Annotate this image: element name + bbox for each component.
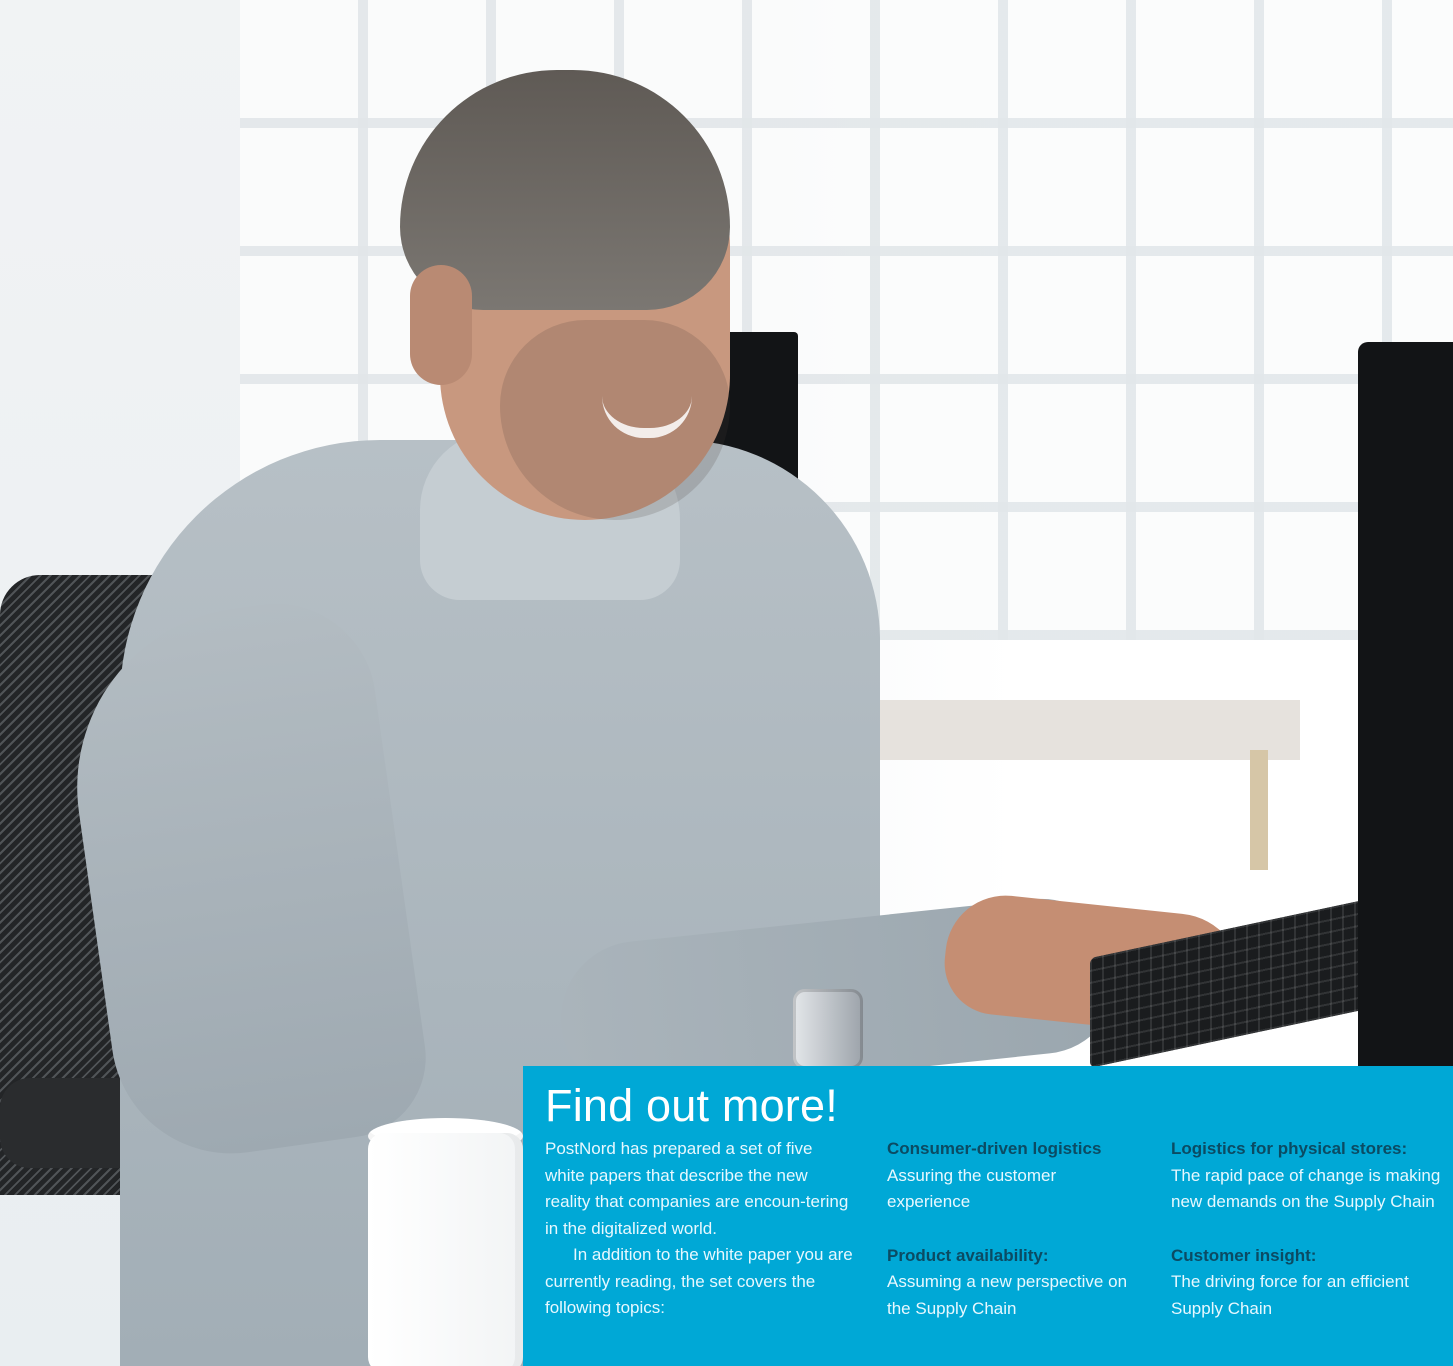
topic-heading: Logistics for physical stores:	[1171, 1139, 1408, 1158]
panel-title: Find out more!	[545, 1080, 838, 1131]
intro-paragraph: In addition to the white paper you are c…	[545, 1245, 853, 1317]
topic-item: Consumer-driven logistics Assuring the c…	[887, 1136, 1142, 1216]
intro-column: PostNord has prepared a set of five whit…	[545, 1136, 855, 1322]
desk-leg	[1250, 750, 1268, 870]
topic-heading: Product availability:	[887, 1245, 1049, 1265]
topic-text: Assuming a new perspective on the Supply…	[887, 1272, 1128, 1318]
topic-item: Product availability: Assuming a new per…	[887, 1243, 1142, 1323]
topic-heading: Customer insight:	[1171, 1245, 1317, 1265]
topic-item: Logistics for physical stores: The rapid…	[1171, 1136, 1446, 1216]
find-out-more-panel: Find out more! PostNord has prepared a s…	[523, 1066, 1453, 1366]
topics-column-1: Consumer-driven logistics Assuring the c…	[887, 1136, 1142, 1349]
monitor	[1358, 342, 1453, 1066]
topic-item: Customer insight: The driving force for …	[1171, 1243, 1446, 1323]
intro-paragraph: PostNord has prepared a set of five whit…	[545, 1139, 849, 1238]
topic-text: The rapid pace of change is making new d…	[1171, 1165, 1441, 1212]
topic-heading: Consumer-driven logistics	[887, 1139, 1102, 1158]
topics-column-2: Logistics for physical stores: The rapid…	[1171, 1136, 1446, 1349]
topic-text: Assuring the customer experience	[887, 1165, 1057, 1212]
topic-text: The driving force for an efficient Suppl…	[1171, 1272, 1409, 1318]
mug	[368, 1133, 523, 1366]
ear	[410, 265, 472, 385]
wristwatch	[793, 989, 863, 1069]
